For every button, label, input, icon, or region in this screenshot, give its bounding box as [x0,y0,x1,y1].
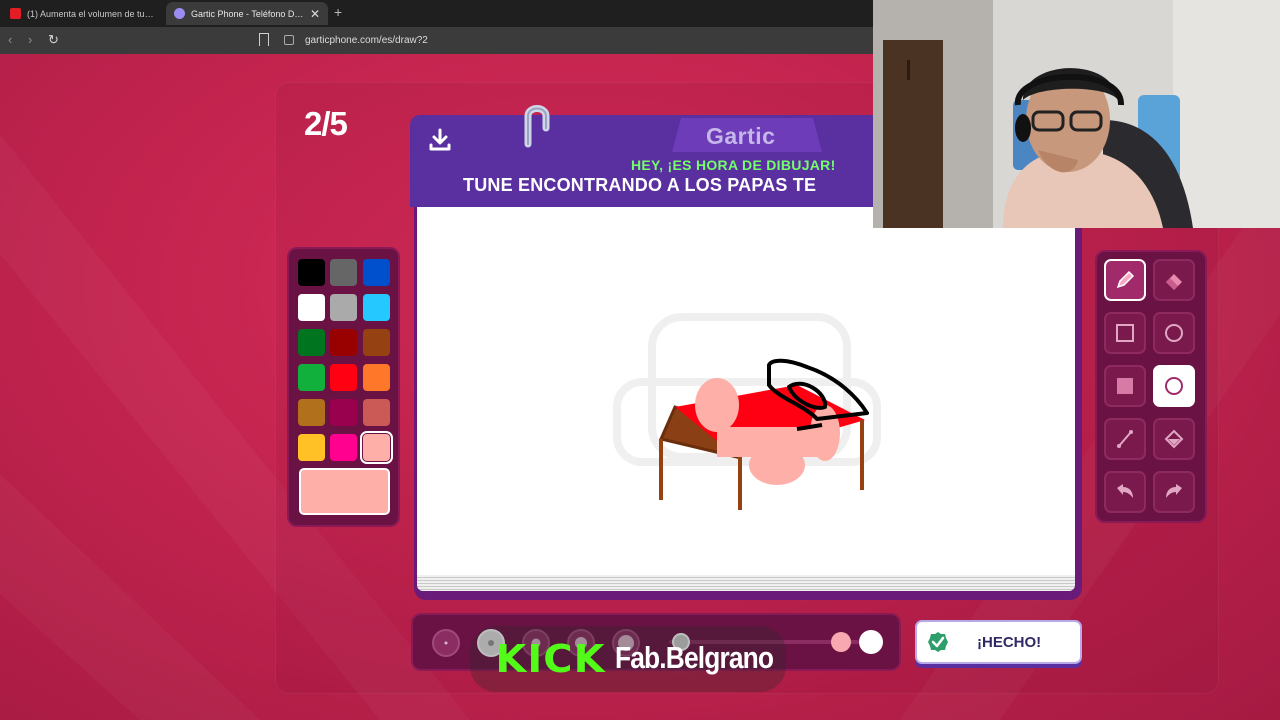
color-swatch-dark-red[interactable] [330,329,357,356]
rectangle-outline-tool[interactable] [1104,312,1146,354]
draw-subheading: HEY, ¡ES HORA DE DIBUJAR! [631,157,836,173]
color-swatch-blue[interactable] [363,259,390,286]
eraser-icon [1166,274,1182,290]
kick-username: Fab.Belgrano [615,640,774,675]
gartic-logo: Gartic [706,123,776,149]
color-swatch-magenta[interactable] [330,434,357,461]
download-icon[interactable] [427,127,453,153]
eraser-tool[interactable] [1153,259,1195,301]
url-field[interactable]: garticphone.com/es/draw?2 [305,35,428,46]
color-swatch-red[interactable] [330,364,357,391]
pink-feet [749,445,805,485]
color-swatch-plum[interactable] [330,399,357,426]
color-palette [287,247,400,527]
undo-icon [1117,484,1133,498]
forward-icon[interactable]: › [28,32,32,47]
back-icon[interactable]: ‹ [8,32,12,47]
color-swatch-rose[interactable] [363,399,390,426]
pink-hand [810,405,840,461]
tab-label: (1) Aumenta el volumen de tu micrófono [27,8,154,19]
bookmark-icon[interactable] [259,33,269,46]
current-color-preview [299,468,390,515]
opacity-high-icon [859,630,883,654]
check-icon [928,632,948,652]
drawing-prompt: TUNE ENCONTRANDO A LOS PAPAS TE [463,175,817,195]
site-info-icon[interactable] [284,35,294,45]
color-swatch-ochre[interactable] [298,399,325,426]
webcam-overlay [873,0,1280,228]
color-swatch-gray[interactable] [330,259,357,286]
redo-icon [1166,484,1182,498]
round-counter: 2/5 [304,105,348,142]
color-swatch-white[interactable] [298,294,325,321]
redo-tool[interactable] [1153,471,1195,513]
line-tool[interactable] [1104,418,1146,460]
rectangle-fill-tool[interactable] [1104,365,1146,407]
pencil-icon [1116,270,1135,289]
color-swatch-light-gray[interactable] [330,294,357,321]
gartic-favicon-icon [174,8,185,19]
pink-head [695,378,739,432]
rectangle-outline-icon [1116,324,1134,342]
color-swatch-green[interactable] [298,364,325,391]
color-swatch-yellow[interactable] [298,434,325,461]
color-swatch-pink[interactable] [360,431,393,464]
fill-bucket-icon [1164,429,1184,449]
color-swatch-cyan[interactable] [363,294,390,321]
color-swatch-dark-green[interactable] [298,329,325,356]
drawing-canvas[interactable] [417,207,1075,583]
tab-label: Gartic Phone - Teléfono Descompuesto [191,8,304,19]
ellipse-outline-icon [1165,324,1183,342]
color-swatch-brown[interactable] [363,329,390,356]
done-label: ¡HECHO! [977,634,1042,651]
pencil-tool[interactable] [1104,259,1146,301]
ellipse-fill-tool[interactable] [1153,365,1195,407]
youtube-icon [10,8,21,19]
tab-gartic[interactable]: Gartic Phone - Teléfono Descompuesto ✕ [166,2,328,25]
color-swatch-black[interactable] [298,259,325,286]
canvas-drawing [613,313,881,510]
brush-size-1[interactable] [432,629,460,657]
rectangle-fill-icon [1117,378,1133,394]
kick-logo: KICK [495,637,606,681]
opacity-low-icon [831,632,851,652]
ellipse-fill-icon [1165,377,1183,395]
fill-bucket-tool[interactable] [1153,418,1195,460]
color-swatch-orange[interactable] [363,364,390,391]
webcam-feed [873,0,1280,228]
done-button[interactable]: ¡HECHO! [915,620,1082,664]
line-icon [1117,430,1133,448]
tool-panel [1095,250,1207,523]
close-tab-icon[interactable]: ✕ [310,7,320,21]
reload-icon[interactable]: ↻ [48,32,59,48]
undo-tool[interactable] [1104,471,1146,513]
ellipse-outline-tool[interactable] [1153,312,1195,354]
new-tab-icon[interactable]: + [334,4,342,20]
hook-icon [524,105,550,148]
tab-youtube[interactable]: (1) Aumenta el volumen de tu micrófono [2,2,162,25]
canvas-paper-edge [417,575,1075,591]
